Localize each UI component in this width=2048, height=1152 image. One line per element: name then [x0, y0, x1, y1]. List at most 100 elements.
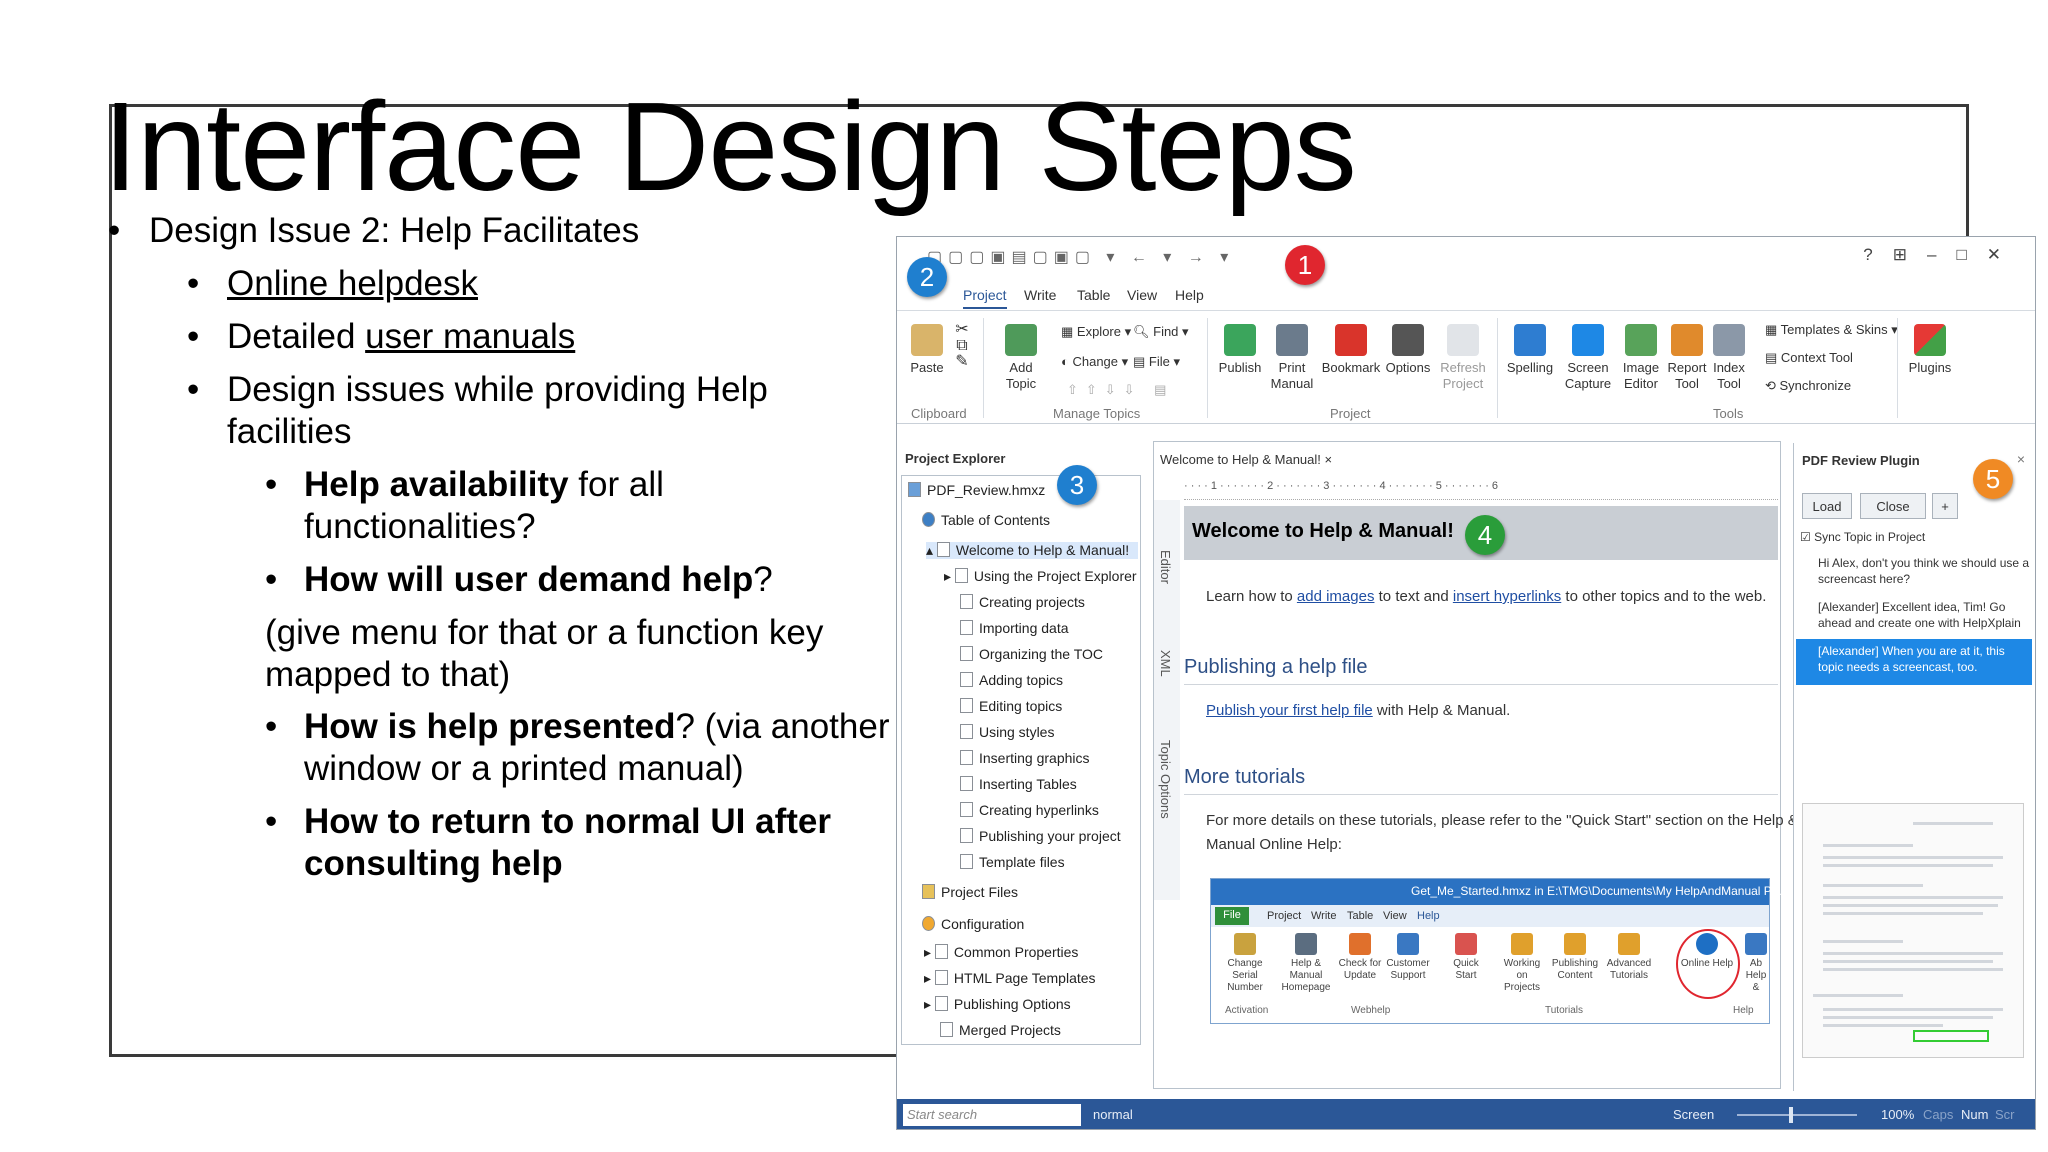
comment-2[interactable]: [Alexander] Excellent idea, Tim! Go ahea…: [1800, 599, 2030, 631]
tree-item-label: HTML Page Templates: [953, 970, 1096, 986]
tree-item[interactable]: ▸ Common Properties: [924, 944, 1078, 961]
sync-topic-checkbox[interactable]: ☑ Sync Topic in Project: [1800, 529, 2030, 545]
refresh-icon: [1447, 324, 1479, 356]
plugins-button[interactable]: Plugins: [1905, 324, 1955, 376]
close-panel-icon[interactable]: ×: [2017, 451, 2025, 467]
add-images-link[interactable]: add images: [1297, 588, 1375, 605]
tree-item[interactable]: Importing data: [960, 620, 1069, 636]
comment-1[interactable]: Hi Alex, don't you think we should use a…: [1800, 555, 2030, 587]
help-icon[interactable]: ?: [1863, 245, 1892, 264]
find-label: Find: [1153, 324, 1179, 339]
tab-write[interactable]: Write: [1024, 287, 1056, 303]
tab-view[interactable]: View: [1127, 287, 1157, 303]
screen-label: Screen: [1567, 360, 1609, 375]
load-button[interactable]: Load: [1802, 493, 1852, 519]
tab-project[interactable]: Project: [963, 287, 1007, 309]
minimize-icon[interactable]: –: [1927, 245, 1956, 264]
find-button[interactable]: 🔍︎ Find ▾: [1133, 324, 1189, 340]
bookmark-button[interactable]: Bookmark: [1321, 324, 1381, 376]
tree-item[interactable]: Merged Projects: [940, 1022, 1061, 1038]
tree-item-label: Using styles: [979, 724, 1055, 740]
report-tool-button[interactable]: Report Tool: [1665, 324, 1709, 392]
maximize-icon[interactable]: □: [1956, 245, 1986, 264]
tree-item-label: Organizing the TOC: [979, 646, 1103, 662]
refresh-project-button[interactable]: Refresh Project: [1437, 324, 1489, 392]
tree-project-root[interactable]: PDF_Review.hmxz: [908, 482, 1045, 498]
editor-label: Editor: [1624, 376, 1658, 391]
tree-item[interactable]: ▸ Publishing Options: [924, 996, 1071, 1013]
topic-heading: Welcome to Help & Manual!: [1192, 520, 1454, 542]
bullet-design-issues-cont: facilities: [227, 412, 352, 451]
options-button[interactable]: Options: [1383, 324, 1433, 376]
cut-copy-icons[interactable]: ✂ ⧉ ✎: [951, 322, 973, 370]
image-editor-button[interactable]: Image Editor: [1619, 324, 1663, 392]
publish-button[interactable]: Publish: [1217, 324, 1263, 376]
search-input[interactable]: Start search: [903, 1104, 1081, 1126]
editor-tab-welcome[interactable]: Welcome to Help & Manual! ×: [1160, 452, 1332, 467]
embedded-publishing-content: Publishing Content: [1549, 933, 1601, 982]
publish-text: with Help & Manual.: [1372, 702, 1511, 719]
project-label: Project: [1442, 376, 1484, 391]
tree-item[interactable]: Using styles: [960, 724, 1054, 740]
tree-table-of-contents[interactable]: Table of Contents: [922, 512, 1050, 528]
pdf-page-thumbnail[interactable]: [1802, 803, 2024, 1058]
restore-icon[interactable]: ⊞: [1893, 245, 1927, 264]
project-explorer: PDF_Review.hmxz Table of Contents ▴ Welc…: [901, 475, 1141, 1045]
tree-item-welcome[interactable]: ▴ Welcome to Help & Manual!: [926, 542, 1138, 559]
side-tab-editor[interactable]: Editor: [1158, 550, 1173, 584]
add-button[interactable]: +: [1932, 493, 1958, 519]
screen-indicator[interactable]: Screen: [1673, 1107, 1714, 1122]
close-icon[interactable]: ✕: [1987, 245, 2021, 264]
emb-group-tutorials: Tutorials: [1545, 1005, 1583, 1016]
tree-item[interactable]: Inserting graphics: [960, 750, 1090, 766]
synchronize-button[interactable]: ⟲ Synchronize: [1765, 378, 1851, 394]
tree-item[interactable]: Template files: [960, 854, 1065, 870]
tree-item[interactable]: ▸ HTML Page Templates: [924, 970, 1096, 987]
tab-help[interactable]: Help: [1175, 287, 1204, 303]
publish-first-help-file-link[interactable]: Publish your first help file: [1206, 702, 1373, 719]
zoom-slider-thumb[interactable]: [1789, 1107, 1793, 1123]
zoom-level: 100%: [1881, 1107, 1915, 1122]
side-tab-xml[interactable]: XML: [1158, 650, 1173, 677]
close-button[interactable]: Close: [1860, 493, 1926, 519]
tree-item[interactable]: Inserting Tables: [960, 776, 1077, 792]
tree-item[interactable]: Publishing your project: [960, 828, 1121, 844]
context-tool-button[interactable]: ▤ Context Tool: [1765, 350, 1853, 366]
quick-access-toolbar: ▢▢▢▣▤▢▣▢ ▾ ← ▾ → ▾ ?⊞–□✕: [897, 237, 2035, 277]
tree-item[interactable]: Editing topics: [960, 698, 1062, 714]
index-tool-button[interactable]: Index Tool: [1709, 324, 1749, 392]
topic-icon: [936, 542, 950, 557]
spelling-button[interactable]: Spelling: [1505, 324, 1555, 376]
insert-hyperlinks-link[interactable]: insert hyperlinks: [1453, 588, 1561, 605]
change-button[interactable]: ◐ Change ▾: [1061, 354, 1128, 370]
side-tab-topic-options[interactable]: Topic Options: [1158, 740, 1173, 819]
settings-icon: [940, 1022, 953, 1037]
zoom-slider[interactable]: [1737, 1114, 1857, 1116]
tree-item[interactable]: Organizing the TOC: [960, 646, 1103, 662]
add-topic-icon: [1005, 324, 1037, 356]
tree-item[interactable]: Creating hyperlinks: [960, 802, 1099, 818]
user-manuals-link[interactable]: user manuals: [365, 317, 575, 356]
paste-button[interactable]: Paste: [905, 324, 949, 376]
explore-label: Explore: [1076, 324, 1121, 339]
comment-3[interactable]: [Alexander] When you are at it, this top…: [1800, 643, 2030, 675]
tree-item[interactable]: Creating projects: [960, 594, 1085, 610]
tree-item[interactable]: Adding topics: [960, 672, 1063, 688]
toc-icon: [922, 512, 935, 527]
tree-project-files[interactable]: Project Files: [922, 884, 1018, 900]
bullet-online-helpdesk[interactable]: Online helpdesk: [227, 263, 478, 305]
quick-access-icons[interactable]: ▢▢▢▣▤▢▣▢ ▾ ← ▾ → ▾: [927, 247, 1234, 267]
sync-topic-label: Sync Topic in Project: [1814, 530, 1926, 544]
screen-capture-button[interactable]: Screen Capture: [1561, 324, 1615, 392]
print-manual-button[interactable]: Print Manual: [1269, 324, 1315, 392]
templates-skins-button[interactable]: ▦ Templates & Skins ▾: [1765, 322, 1898, 338]
add-topic-button[interactable]: Add Topic: [993, 324, 1049, 392]
file-button[interactable]: ▤ File ▾: [1133, 354, 1180, 370]
explore-button[interactable]: ▦ Explore ▾: [1061, 324, 1131, 340]
emb-label: Support: [1390, 970, 1426, 981]
bullet-help-availability: Help availability for all: [304, 464, 664, 506]
tree-configuration[interactable]: Configuration: [922, 916, 1024, 932]
tab-table[interactable]: Table: [1077, 287, 1110, 303]
tree-item[interactable]: ▸ Using the Project Explorer: [944, 568, 1137, 585]
move-arrows[interactable]: ⇧⇧⇩⇩ ▤: [1067, 382, 1174, 398]
